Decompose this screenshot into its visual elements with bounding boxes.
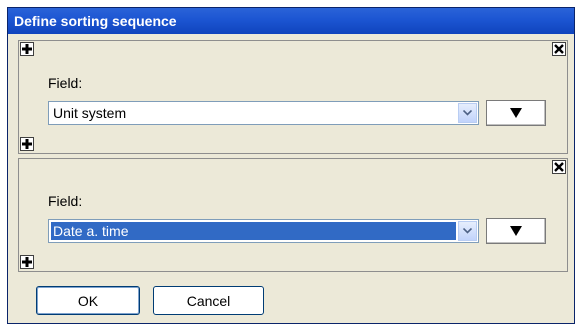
remove-level-button[interactable] (552, 42, 566, 56)
plus-icon (22, 139, 32, 149)
remove-level-button[interactable] (552, 160, 566, 174)
sort-descending-icon (510, 226, 522, 236)
chevron-down-icon (463, 228, 472, 234)
sort-level-2: Field: Date a. time (18, 158, 568, 272)
chevron-down-icon (463, 110, 472, 116)
plus-icon (22, 44, 32, 54)
cancel-button[interactable]: Cancel (153, 286, 264, 315)
dropdown-button[interactable] (458, 103, 477, 123)
sort-direction-button[interactable] (486, 100, 546, 126)
close-x-icon (554, 44, 564, 54)
close-x-icon (554, 162, 564, 172)
add-level-below-button[interactable] (20, 137, 34, 151)
ok-button[interactable]: OK (36, 286, 140, 315)
sort-descending-icon (510, 108, 522, 118)
dialog-title: Define sorting sequence (8, 8, 574, 34)
plus-icon (22, 257, 32, 267)
dropdown-button[interactable] (458, 221, 477, 241)
field-label: Field: (48, 193, 83, 209)
field-select[interactable]: Date a. time (48, 219, 479, 243)
field-select-value: Unit system (53, 105, 127, 121)
field-select[interactable]: Unit system (48, 101, 479, 125)
sort-level-1: Field: Unit system (18, 40, 568, 154)
define-sorting-dialog: Define sorting sequence Field: Unit syst… (7, 7, 575, 324)
add-level-below-button[interactable] (20, 255, 34, 269)
field-label: Field: (48, 75, 83, 91)
field-select-value: Date a. time (51, 222, 456, 240)
sort-direction-button[interactable] (486, 218, 546, 244)
add-level-above-button[interactable] (20, 42, 34, 56)
